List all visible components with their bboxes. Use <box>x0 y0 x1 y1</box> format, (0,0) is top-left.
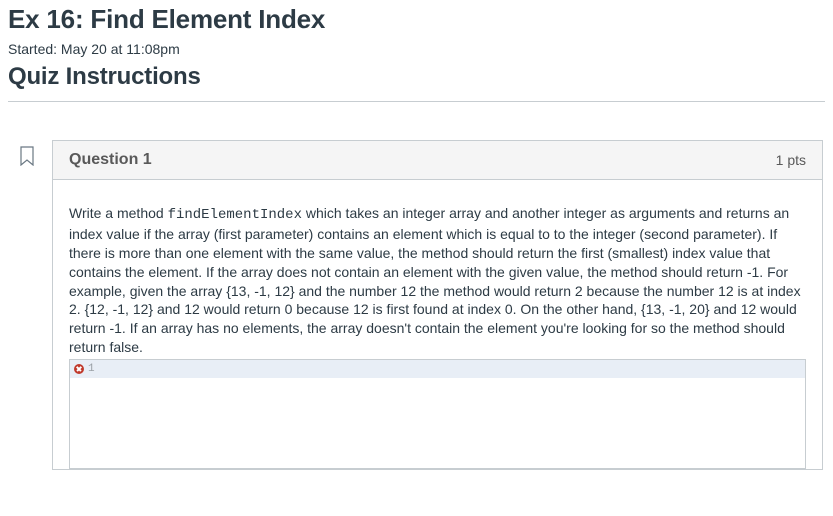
prompt-text-after: which takes an integer array and another… <box>69 205 801 355</box>
question-prompt: Write a method findElementIndex which ta… <box>69 204 806 357</box>
question-number: Question 1 <box>69 151 152 169</box>
line-number: 1 <box>88 363 95 375</box>
question-box: Question 1 1 pts Write a method findElem… <box>52 140 823 470</box>
error-icon <box>74 364 84 374</box>
prompt-text-before: Write a method <box>69 205 168 221</box>
code-editor[interactable]: 1 <box>69 359 806 469</box>
question-header: Question 1 1 pts <box>53 141 822 180</box>
question-container: Question 1 1 pts Write a method findElem… <box>8 140 825 470</box>
editor-active-line[interactable] <box>104 360 805 377</box>
flag-column <box>8 140 52 166</box>
editor-line[interactable]: 1 <box>70 360 805 378</box>
started-timestamp: Started: May 20 at 11:08pm <box>8 41 825 57</box>
page-title: Ex 16: Find Element Index <box>8 4 825 35</box>
prompt-code: findElementIndex <box>168 207 302 223</box>
bookmark-icon[interactable] <box>18 146 52 166</box>
divider <box>8 101 825 102</box>
editor-gutter: 1 <box>70 360 104 378</box>
instructions-heading: Quiz Instructions <box>8 63 825 91</box>
question-body: Write a method findElementIndex which ta… <box>53 180 822 469</box>
question-points: 1 pts <box>776 152 806 168</box>
